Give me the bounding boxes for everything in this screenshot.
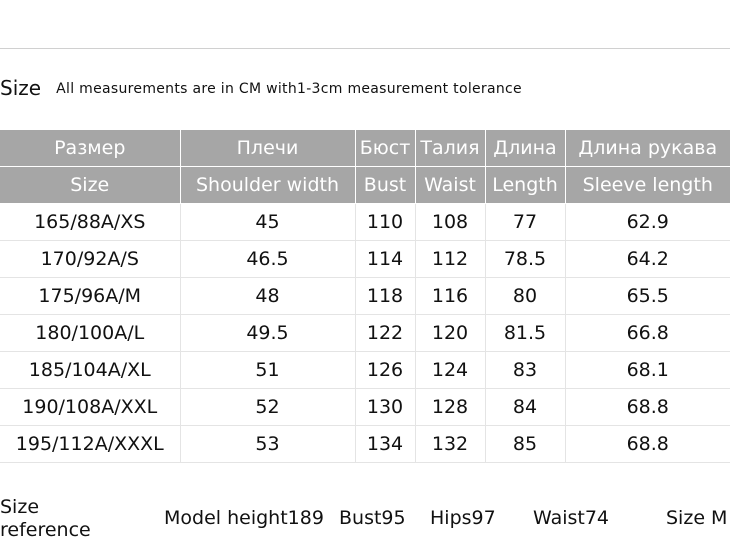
cell-length: 80 (485, 277, 566, 315)
header-row-russian: Размер Плечи Бюст Талия Длина Длина рука… (0, 130, 730, 167)
cell-sleeve: 64.2 (565, 240, 730, 278)
cell-waist: 116 (415, 277, 486, 315)
table-header: Размер Плечи Бюст Талия Длина Длина рука… (0, 130, 730, 204)
header-waist-ru: Талия (415, 130, 486, 167)
model-height: Model height189 (164, 507, 324, 529)
cell-sleeve: 68.1 (565, 351, 730, 389)
size-chart-table: Размер Плечи Бюст Талия Длина Длина рука… (0, 130, 730, 463)
cell-length: 81.5 (485, 314, 566, 352)
size-reference-label: Size reference (0, 496, 91, 541)
size-reference-row: Size reference Model height189 Bust95 Hi… (0, 496, 730, 546)
model-hips: Hips97 (430, 507, 496, 529)
cell-shoulder: 46.5 (180, 240, 356, 278)
top-divider (0, 48, 730, 49)
cell-size: 185/104A/XL (0, 351, 181, 389)
size-heading: Size All measurements are in CM with1-3c… (0, 76, 522, 100)
cell-waist: 128 (415, 388, 486, 426)
cell-shoulder: 45 (180, 203, 356, 241)
cell-shoulder: 52 (180, 388, 356, 426)
header-size-en: Size (0, 166, 181, 204)
cell-bust: 118 (355, 277, 416, 315)
cell-waist: 124 (415, 351, 486, 389)
header-waist-en: Waist (415, 166, 486, 204)
cell-shoulder: 51 (180, 351, 356, 389)
cell-sleeve: 68.8 (565, 388, 730, 426)
cell-size: 195/112A/XXXL (0, 425, 181, 463)
table-row: 190/108A/XXL 52 130 128 84 68.8 (0, 388, 730, 426)
cell-waist: 108 (415, 203, 486, 241)
measurement-note: All measurements are in CM with1-3cm mea… (56, 81, 522, 97)
header-sleeve-ru: Длина рукава (565, 130, 730, 167)
header-length-ru: Длина (485, 130, 566, 167)
cell-sleeve: 65.5 (565, 277, 730, 315)
cell-length: 78.5 (485, 240, 566, 278)
table-row: 185/104A/XL 51 126 124 83 68.1 (0, 351, 730, 389)
cell-size: 180/100A/L (0, 314, 181, 352)
cell-waist: 112 (415, 240, 486, 278)
cell-bust: 110 (355, 203, 416, 241)
table-row: 165/88A/XS 45 110 108 77 62.9 (0, 203, 730, 241)
model-size: Size M (666, 507, 728, 529)
table-row: 180/100A/L 49.5 122 120 81.5 66.8 (0, 314, 730, 352)
header-length-en: Length (485, 166, 566, 204)
header-shoulder-en: Shoulder width (180, 166, 356, 204)
cell-waist: 132 (415, 425, 486, 463)
cell-bust: 114 (355, 240, 416, 278)
cell-shoulder: 53 (180, 425, 356, 463)
cell-size: 190/108A/XXL (0, 388, 181, 426)
cell-waist: 120 (415, 314, 486, 352)
cell-sleeve: 66.8 (565, 314, 730, 352)
table-row: 195/112A/XXXL 53 134 132 85 68.8 (0, 425, 730, 463)
header-row-english: Size Shoulder width Bust Waist Length Sl… (0, 166, 730, 204)
cell-sleeve: 68.8 (565, 425, 730, 463)
cell-bust: 126 (355, 351, 416, 389)
header-size-ru: Размер (0, 130, 181, 167)
cell-bust: 134 (355, 425, 416, 463)
table-row: 170/92A/S 46.5 114 112 78.5 64.2 (0, 240, 730, 278)
cell-length: 85 (485, 425, 566, 463)
cell-size: 175/96A/M (0, 277, 181, 315)
cell-bust: 122 (355, 314, 416, 352)
table-row: 175/96A/M 48 118 116 80 65.5 (0, 277, 730, 315)
cell-bust: 130 (355, 388, 416, 426)
cell-length: 83 (485, 351, 566, 389)
header-sleeve-en: Sleeve length (565, 166, 730, 204)
cell-length: 77 (485, 203, 566, 241)
cell-size: 165/88A/XS (0, 203, 181, 241)
cell-length: 84 (485, 388, 566, 426)
size-title: Size (0, 76, 42, 100)
header-bust-en: Bust (355, 166, 416, 204)
cell-shoulder: 49.5 (180, 314, 356, 352)
cell-size: 170/92A/S (0, 240, 181, 278)
table-body: 165/88A/XS 45 110 108 77 62.9 170/92A/S … (0, 203, 730, 463)
cell-shoulder: 48 (180, 277, 356, 315)
cell-sleeve: 62.9 (565, 203, 730, 241)
model-bust: Bust95 (339, 507, 406, 529)
model-waist: Waist74 (533, 507, 610, 529)
header-shoulder-ru: Плечи (180, 130, 356, 167)
header-bust-ru: Бюст (355, 130, 416, 167)
